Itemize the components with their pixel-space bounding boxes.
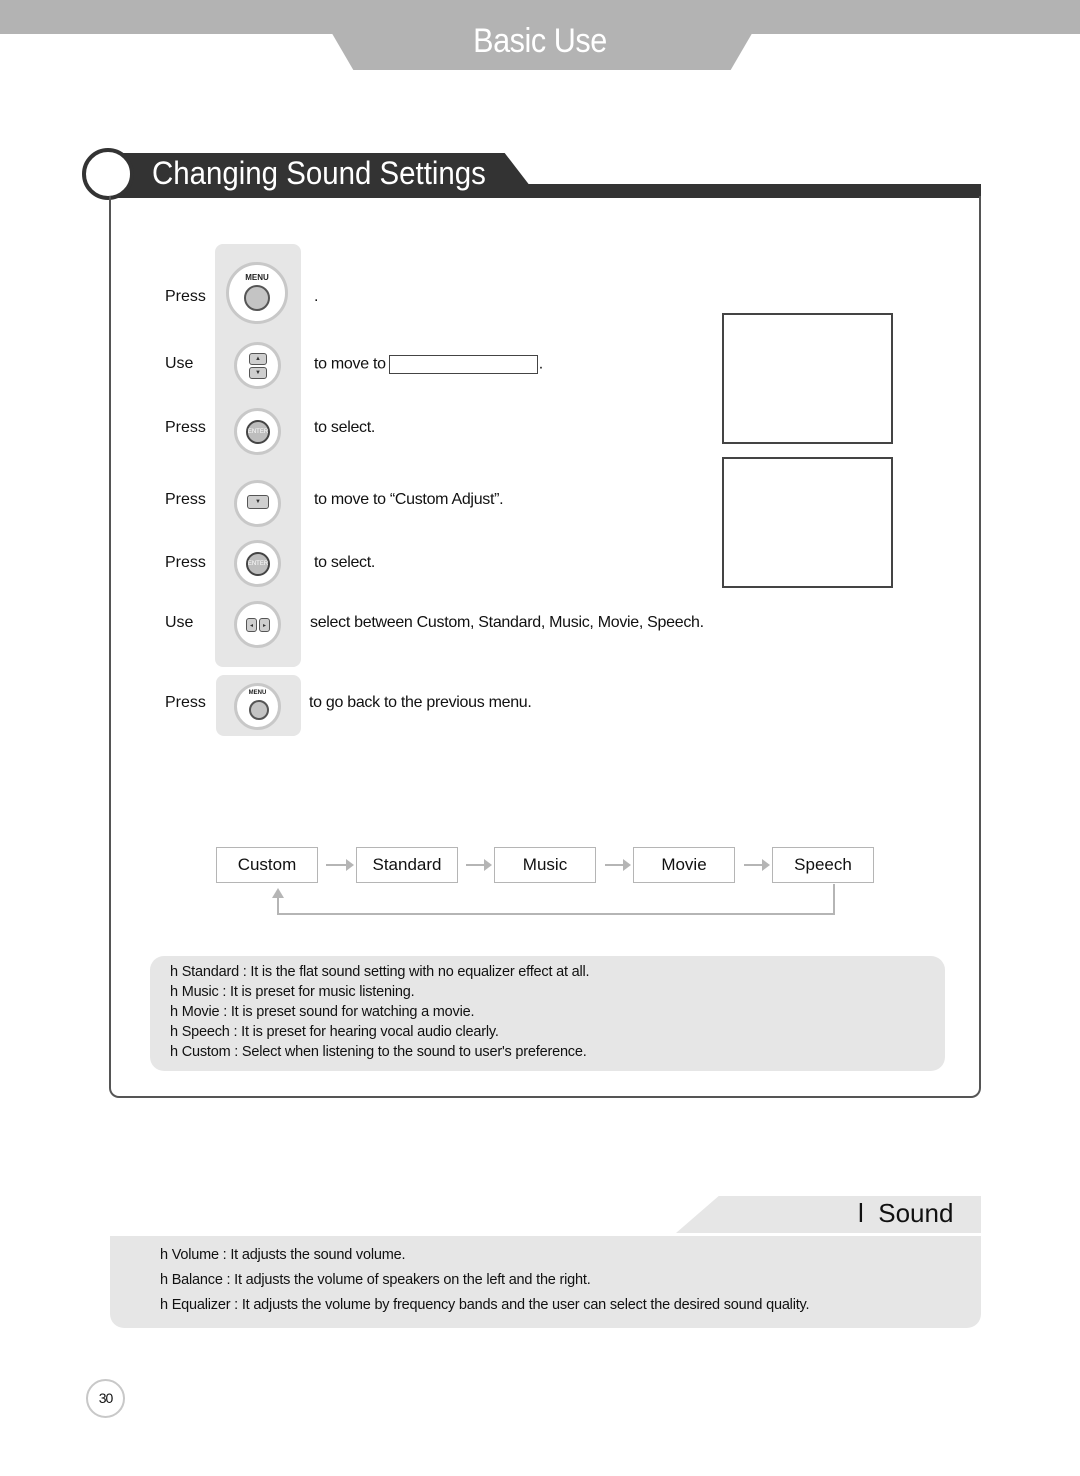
down-button-icon: ▼ — [234, 480, 281, 527]
enter-button-icon: ENTER — [234, 408, 281, 455]
mode-box-movie: Movie — [633, 847, 735, 883]
note-item: h Standard : It is the flat sound settin… — [170, 964, 590, 980]
sound-title: l Sound — [858, 1198, 954, 1228]
note-item: h Music : It is preset for music listeni… — [170, 984, 415, 1000]
step-text: to select. — [314, 419, 376, 436]
menu-button-icon: MENU — [226, 262, 288, 324]
menu-button-knob — [244, 285, 270, 311]
step-text-after: . — [538, 355, 543, 373]
up-down-button-icon: ▲ ▼ — [234, 342, 281, 389]
down-arrow-icon: ▼ — [247, 495, 269, 509]
step-verb: Press — [165, 288, 206, 305]
left-arrow-icon: ◂ — [246, 618, 257, 632]
menu-target-placeholder — [388, 355, 538, 374]
arrow-right-icon — [466, 859, 492, 871]
arrow-right-icon — [744, 859, 770, 871]
screen-image-placeholder — [722, 313, 893, 444]
loop-line — [277, 898, 279, 915]
menu-button-label: MENU — [245, 273, 269, 282]
up-arrow-icon: ▲ — [249, 353, 267, 365]
step-text: to go back to the previous menu. — [309, 694, 532, 711]
mode-box-custom: Custom — [216, 847, 318, 883]
step-text: to move to “Custom Adjust”. — [314, 491, 504, 508]
step-verb: Press — [165, 554, 206, 571]
menu-button-icon: MENU — [234, 683, 281, 730]
sound-item: h Equalizer : It adjusts the volume by f… — [160, 1297, 810, 1313]
mode-box-standard: Standard — [356, 847, 458, 883]
step-text: to select. — [314, 554, 376, 571]
sound-item: h Volume : It adjusts the sound volume. — [160, 1247, 406, 1263]
header-title: Basic Use — [473, 22, 607, 60]
step-verb: Use — [165, 614, 194, 631]
section-bullet-icon — [82, 148, 134, 200]
sound-item: h Balance : It adjusts the volume of spe… — [160, 1272, 591, 1288]
loop-line — [833, 884, 835, 915]
loop-line — [277, 913, 835, 915]
down-arrow-icon: ▼ — [249, 367, 267, 379]
screen-image-placeholder — [722, 457, 893, 588]
note-item: h Speech : It is preset for hearing voca… — [170, 1024, 499, 1040]
step-text-before: to move to — [314, 355, 386, 373]
page-number: 30 — [86, 1379, 125, 1418]
menu-button-knob — [249, 700, 269, 720]
step-verb: Press — [165, 694, 206, 711]
step-text: to move to. — [314, 355, 543, 374]
arrow-up-icon — [272, 888, 284, 898]
step-verb: Press — [165, 491, 206, 508]
left-right-button-icon: ◂ ▸ — [234, 601, 281, 648]
step-text: . — [314, 288, 319, 305]
menu-button-label: MENU — [248, 690, 267, 696]
arrow-right-icon — [605, 859, 631, 871]
arrow-right-icon — [326, 859, 354, 871]
step-verb: Use — [165, 355, 194, 372]
section-title: Changing Sound Settings — [152, 155, 486, 191]
note-item: h Movie : It is preset sound for watchin… — [170, 1004, 475, 1020]
enter-button-label: ENTER — [246, 552, 270, 576]
right-arrow-icon: ▸ — [259, 618, 270, 632]
step-text: select between Custom, Standard, Music, … — [310, 614, 704, 631]
enter-button-label: ENTER — [246, 420, 270, 444]
mode-box-music: Music — [494, 847, 596, 883]
mode-box-speech: Speech — [772, 847, 874, 883]
step-verb: Press — [165, 419, 206, 436]
enter-button-icon: ENTER — [234, 540, 281, 587]
note-item: h Custom : Select when listening to the … — [170, 1044, 587, 1060]
